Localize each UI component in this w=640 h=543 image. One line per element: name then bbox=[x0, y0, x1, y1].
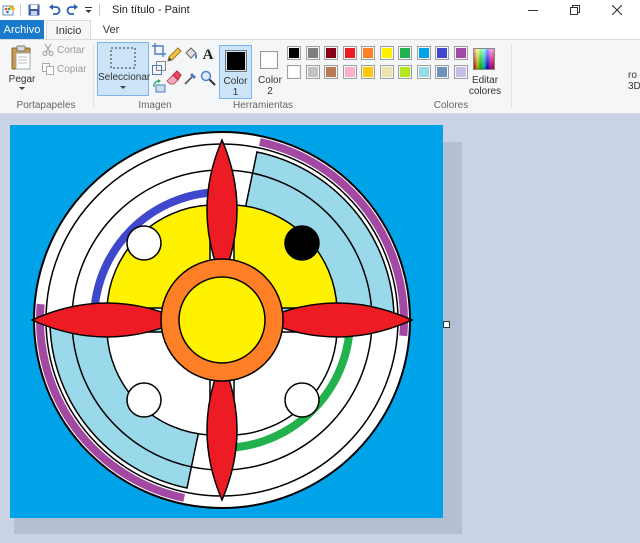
restore-icon bbox=[570, 5, 580, 15]
magnifier-icon bbox=[200, 70, 216, 86]
palette-swatch[interactable] bbox=[453, 65, 468, 79]
eraser-button[interactable] bbox=[166, 70, 182, 86]
image-group-label: Imagen bbox=[138, 100, 172, 111]
select-label: Seleccionar bbox=[98, 72, 151, 83]
tab-home[interactable]: Inicio bbox=[46, 20, 91, 40]
crop-icon bbox=[152, 43, 166, 57]
paint3d-label-2: 3D bbox=[628, 81, 640, 92]
color2-label: Color bbox=[258, 75, 282, 86]
palette-swatch[interactable] bbox=[379, 65, 394, 79]
clipboard-group-label: Portapapeles bbox=[16, 100, 76, 111]
palette-swatch[interactable] bbox=[398, 46, 412, 60]
paint3d-button[interactable]: ro 3D bbox=[628, 70, 640, 94]
rotate-icon bbox=[153, 79, 166, 93]
redo-icon[interactable] bbox=[65, 3, 79, 17]
palette-swatch[interactable] bbox=[342, 46, 357, 60]
group-separator bbox=[93, 44, 94, 108]
resize-button[interactable] bbox=[152, 61, 166, 75]
cut-button[interactable]: Cortar bbox=[42, 44, 85, 56]
copy-label: Copiar bbox=[57, 63, 87, 75]
copy-button[interactable]: Copiar bbox=[42, 63, 86, 75]
color1-button[interactable]: Color 1 bbox=[219, 45, 252, 99]
window-title: Sin título - Paint bbox=[112, 4, 190, 16]
mandala-drawing bbox=[30, 131, 414, 509]
title-bar: Sin título - Paint bbox=[0, 0, 640, 20]
paste-label: Pegar bbox=[8, 74, 36, 85]
palette-swatch[interactable] bbox=[287, 65, 301, 79]
select-button[interactable]: Seleccionar bbox=[97, 42, 151, 96]
drawing-canvas[interactable] bbox=[10, 125, 443, 518]
color2-button[interactable]: Color 2 bbox=[254, 45, 286, 99]
fill-button[interactable] bbox=[183, 47, 199, 63]
edit-colors-button[interactable]: Editar colores bbox=[467, 45, 503, 99]
quick-access-separator bbox=[20, 4, 21, 16]
close-button[interactable] bbox=[594, 0, 640, 20]
color1-label: Color bbox=[223, 76, 248, 87]
paint-app-icon[interactable] bbox=[2, 3, 16, 17]
scissors-icon bbox=[42, 44, 54, 56]
ribbon-tabs: Archivo Inicio Ver bbox=[0, 20, 640, 40]
edit-colors-label-2: colores bbox=[468, 86, 502, 97]
edit-colors-label-1: Editar bbox=[471, 75, 499, 86]
color-wheel-icon bbox=[473, 48, 495, 70]
customize-arrow-icon[interactable] bbox=[81, 3, 95, 17]
color2-number: 2 bbox=[267, 86, 273, 97]
pencil-button[interactable] bbox=[166, 47, 182, 63]
select-dropdown-icon bbox=[120, 86, 126, 89]
color-picker-button[interactable] bbox=[183, 70, 199, 86]
title-separator bbox=[99, 4, 100, 16]
undo-icon[interactable] bbox=[47, 3, 61, 17]
canvas-workspace bbox=[0, 114, 640, 543]
crop-button[interactable] bbox=[152, 43, 166, 57]
tab-view[interactable]: Ver bbox=[93, 20, 129, 39]
save-icon[interactable] bbox=[27, 3, 41, 17]
palette-swatch[interactable] bbox=[435, 65, 449, 79]
copy-icon bbox=[42, 63, 54, 75]
close-icon bbox=[612, 5, 622, 15]
pencil-icon bbox=[167, 47, 182, 62]
color1-swatch bbox=[225, 50, 247, 72]
palette-swatch[interactable] bbox=[342, 65, 357, 79]
palette-swatch[interactable] bbox=[361, 65, 375, 79]
paste-icon bbox=[11, 45, 31, 70]
text-tool-icon: A bbox=[202, 46, 214, 63]
palette-swatch[interactable] bbox=[398, 65, 412, 79]
palette-swatch[interactable] bbox=[305, 65, 320, 79]
colors-group-label: Colores bbox=[433, 100, 469, 111]
canvas-resize-handle-right[interactable] bbox=[443, 321, 450, 328]
rotate-button[interactable] bbox=[152, 79, 166, 93]
palette-swatch[interactable] bbox=[305, 46, 320, 60]
color2-swatch bbox=[260, 51, 278, 69]
palette-swatch[interactable] bbox=[361, 46, 375, 60]
restore-button[interactable] bbox=[552, 0, 598, 20]
paste-button[interactable]: Pegar bbox=[4, 43, 40, 95]
palette-swatch[interactable] bbox=[453, 46, 468, 60]
palette-swatch[interactable] bbox=[416, 46, 431, 60]
group-separator bbox=[511, 44, 512, 108]
palette-swatch[interactable] bbox=[435, 46, 449, 60]
magnifier-button[interactable] bbox=[200, 70, 216, 86]
palette-swatch[interactable] bbox=[324, 46, 338, 60]
palette-swatch[interactable] bbox=[416, 65, 431, 79]
minimize-button[interactable] bbox=[510, 0, 556, 20]
palette-swatch[interactable] bbox=[379, 46, 394, 60]
tab-file[interactable]: Archivo bbox=[0, 20, 44, 39]
ribbon: Pegar Cortar Copiar Portapapeles Selecci… bbox=[0, 39, 640, 114]
paste-dropdown-icon bbox=[19, 87, 25, 90]
cut-label: Cortar bbox=[57, 44, 85, 56]
eyedropper-icon bbox=[184, 73, 196, 85]
palette-swatch[interactable] bbox=[324, 65, 338, 79]
minimize-icon bbox=[528, 10, 538, 11]
text-button[interactable]: A bbox=[200, 47, 216, 63]
eraser-icon bbox=[166, 70, 182, 85]
paint3d-label-1: ro bbox=[628, 70, 637, 81]
color1-number: 1 bbox=[232, 87, 239, 98]
resize-icon bbox=[152, 61, 166, 75]
paint-bucket-icon bbox=[185, 47, 197, 59]
palette-swatch[interactable] bbox=[287, 46, 301, 60]
selection-icon bbox=[110, 47, 136, 69]
